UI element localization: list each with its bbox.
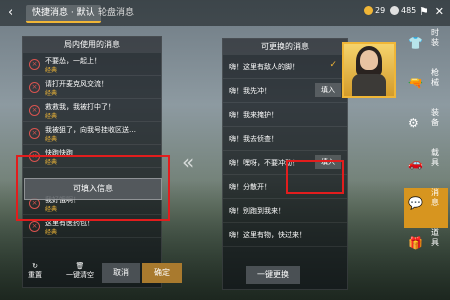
message-icon: 💬 [408,196,423,210]
tab-quick-message[interactable]: 快捷消息 · 默认 [26,5,101,23]
remove-icon[interactable]: × [29,128,40,139]
chevron-left-icon: « [182,150,195,174]
highlight-box-left [16,155,170,221]
list-item[interactable]: 嗨！我先冲！ 填入 [223,79,347,103]
list-item[interactable]: 嗨！我去侦查！ [223,127,347,151]
gun-icon: 🔫 [408,76,423,90]
remove-icon[interactable]: × [29,82,40,93]
list-item[interactable]: 嗨！这里有敌人的脚！ ✓ [223,55,347,79]
gold-currency: 29 [364,6,385,15]
confirm-button[interactable]: 确定 [142,263,182,283]
close-icon[interactable]: ✕ [435,5,444,18]
gold-coin-icon [364,6,373,15]
gear-icon: ⚙ [408,116,419,130]
character-avatar [342,42,396,98]
sidebar-item-coat[interactable]: 👕 时装 [404,28,448,68]
remove-icon[interactable]: × [29,59,40,70]
list-item[interactable]: × 我被狙了，向我号挂收区送… 经典 [23,122,161,145]
tab-wheel-message[interactable]: 轮盘消息 [92,5,140,21]
category-sidebar: 👕 时装 🔫 枪械 ⚙ 装备 🚗 载具 💬 消息 🎁 道具 [404,28,448,298]
list-item[interactable]: 嗨！别跑到我来！ [223,199,347,223]
right-panel-title: 可更换的消息 [223,39,347,55]
highlight-box-right [286,160,344,194]
reset-button[interactable]: ↻ 重置 [28,262,42,280]
list-item[interactable]: × 请打开麦克风交流！ 经典 [23,76,161,99]
list-item[interactable]: × 不要怂，一起上！ 经典 [23,53,161,76]
clear-all-button[interactable]: 🗑 一键清空 [66,262,94,280]
sidebar-item-vehicle[interactable]: 🚗 载具 [404,148,448,188]
list-item[interactable]: 嗨！这里有物，快过来！ [223,223,347,247]
prop-icon: 🎁 [408,236,423,250]
sidebar-item-gun[interactable]: 🔫 枪械 [404,68,448,108]
coat-icon: 👕 [408,36,423,50]
vehicle-icon: 🚗 [408,156,423,170]
reset-icon: ↻ [32,262,38,270]
one-key-replace-button[interactable]: 一键更换 [246,266,300,284]
silver-coin-icon [390,6,399,15]
trash-icon: 🗑 [75,262,85,270]
fill-in-button[interactable]: 填入 [315,83,341,97]
top-icons: ⚑ ✕ [413,5,444,18]
sidebar-item-message[interactable]: 💬 消息 [404,188,448,228]
remove-icon[interactable]: × [29,221,40,232]
left-bottom-bar: ↻ 重置 🗑 一键清空 取消 确定 [22,260,182,286]
left-panel-title: 局内使用的消息 [23,37,161,53]
flag-icon[interactable]: ⚑ [419,5,429,18]
sidebar-item-prop[interactable]: 🎁 道具 [404,228,448,268]
back-arrow-icon[interactable]: ‹ [8,5,13,20]
check-icon: ✓ [329,60,337,70]
sidebar-item-gear[interactable]: ⚙ 装备 [404,108,448,148]
top-bar: ‹ 快捷消息 · 默认 轮盘消息 29 485 ⚑ ✕ [0,0,450,26]
list-item[interactable]: × 救救我，我被打中了！ 经典 [23,99,161,122]
cancel-button[interactable]: 取消 [102,263,140,283]
remove-icon[interactable]: × [29,105,40,116]
list-item[interactable]: 嗨！我来掩护！ [223,103,347,127]
